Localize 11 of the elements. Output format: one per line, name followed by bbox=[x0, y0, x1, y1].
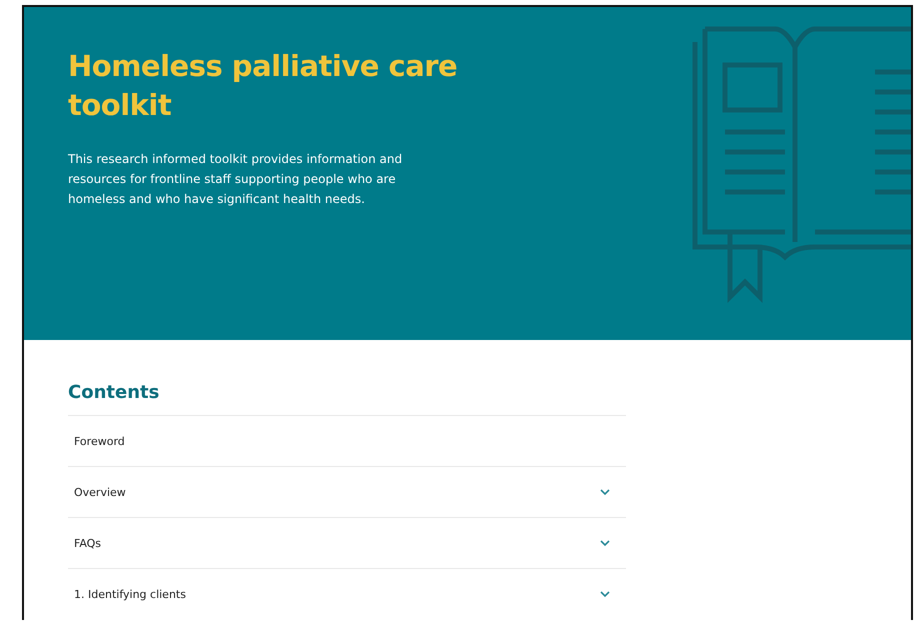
page-title: Homeless palliative care toolkit bbox=[68, 48, 458, 124]
contents-heading: Contents bbox=[68, 382, 160, 403]
contents-item[interactable]: Foreword bbox=[68, 415, 626, 466]
contents-item[interactable]: Overview bbox=[68, 466, 626, 517]
item-label: 1. Identifying clients bbox=[74, 588, 186, 600]
contents-item[interactable]: 1. Identifying clients bbox=[68, 568, 626, 619]
page-description: This research informed toolkit provides information and resources for frontline staff supporting people who are homeless and who have significant health needs. bbox=[68, 151, 404, 208]
item-label: FAQs bbox=[74, 536, 102, 550]
item-label: Overview bbox=[74, 486, 126, 498]
contents-item[interactable]: FAQs bbox=[68, 517, 626, 568]
item-label: Foreword bbox=[74, 434, 125, 448]
